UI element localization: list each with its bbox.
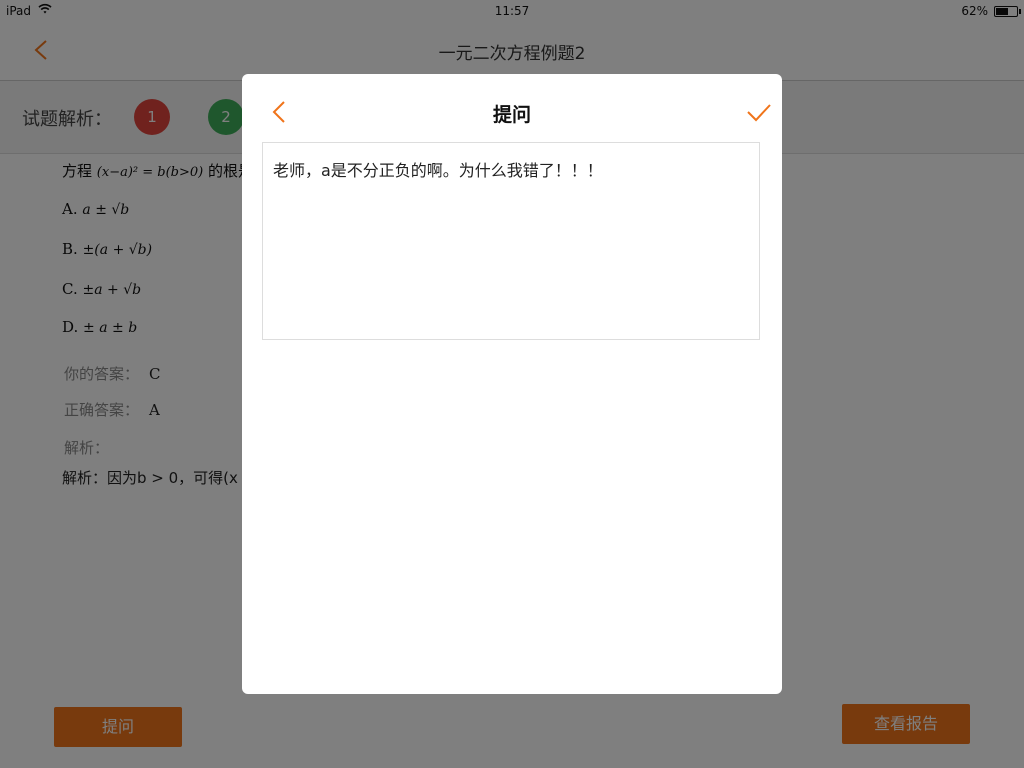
dialog-title: 提问 [492,104,531,126]
checkmark-icon[interactable] [744,98,774,128]
ask-question-dialog: 提问 老师，a是不分正负的啊。为什么我错了！！！ [242,74,782,694]
question-input[interactable]: 老师，a是不分正负的啊。为什么我错了！！！ [262,142,760,340]
